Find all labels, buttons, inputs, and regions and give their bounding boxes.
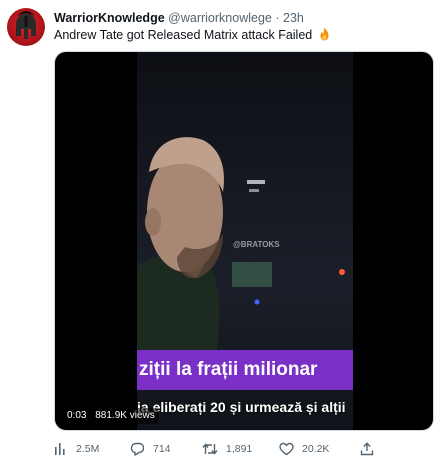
views-button[interactable]: 2.5M xyxy=(54,440,99,458)
tweet-text-content: Andrew Tate got Released Matrix attack F… xyxy=(54,28,313,42)
reply-count: 714 xyxy=(153,443,171,455)
spartan-helmet-icon xyxy=(16,11,36,39)
video-caption-top: ziții la frații milionar xyxy=(137,350,353,390)
tweet-timestamp[interactable]: 23h xyxy=(283,11,304,25)
retweet-button[interactable]: 1,891 xyxy=(202,440,252,458)
share-icon xyxy=(360,442,374,456)
heart-icon xyxy=(279,442,294,456)
tweet-header: WarriorKnowledge @warriorknowlege · 23h xyxy=(54,10,304,26)
video-view-count: 881.9K views xyxy=(95,410,155,421)
retweet-icon xyxy=(202,443,218,455)
tweet-actions: 2.5M 714 1,891 20.2K xyxy=(54,440,434,458)
like-button[interactable]: 20.2K xyxy=(279,440,329,458)
fire-icon xyxy=(320,27,329,41)
separator-dot: · xyxy=(275,11,280,25)
video-caption-bottom: ia eliberați 20 și urmează și alții xyxy=(137,399,346,415)
reply-button[interactable]: 714 xyxy=(130,440,171,458)
share-button[interactable] xyxy=(360,440,382,458)
video-player[interactable]: ziții la frații milionar ia eliberați 20… xyxy=(54,51,434,431)
video-info-badge: 0:03 881.9K views xyxy=(63,408,159,424)
avatar[interactable] xyxy=(7,8,45,46)
tweet-text: Andrew Tate got Released Matrix attack F… xyxy=(54,27,331,43)
video-watermark: @BRATOKS xyxy=(233,240,280,249)
video-timestamp: 0:03 xyxy=(67,410,87,421)
reply-icon xyxy=(130,442,145,456)
display-name[interactable]: WarriorKnowledge xyxy=(54,11,165,25)
analytics-icon xyxy=(55,443,65,455)
views-count: 2.5M xyxy=(76,443,100,455)
user-handle[interactable]: @warriorknowlege xyxy=(168,11,272,25)
tweet: WarriorKnowledge @warriorknowlege · 23h … xyxy=(0,0,445,465)
like-count: 20.2K xyxy=(302,443,330,455)
retweet-count: 1,891 xyxy=(226,443,253,455)
